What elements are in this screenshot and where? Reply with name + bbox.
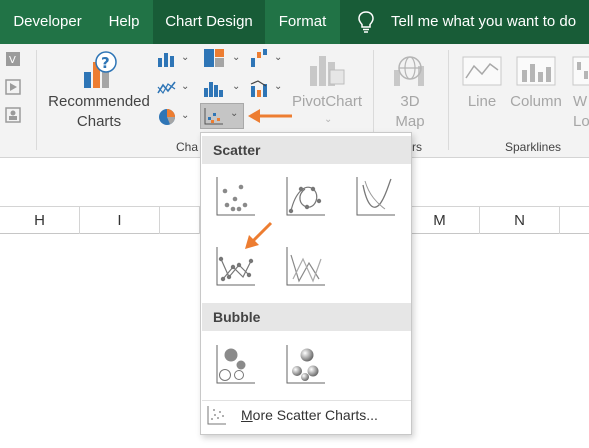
3d-bubble-thumbnail-icon[interactable] — [283, 343, 327, 387]
3d-map-label-1: 3D — [400, 93, 420, 110]
more-scatter-charts-text: ore Scatter Charts... — [252, 407, 378, 423]
recommended-charts-label-2: Charts — [76, 113, 122, 130]
bubble-thumbnail-icon[interactable] — [213, 343, 257, 387]
recommended-charts-label-1: Recommended — [48, 93, 150, 110]
recommended-charts-button[interactable]: ? Recommended Charts — [44, 48, 154, 138]
scatter-straight-lines-icon[interactable] — [283, 245, 327, 289]
tab-format[interactable]: Format — [265, 0, 340, 44]
sparkline-column-button[interactable]: Column — [508, 48, 564, 130]
group-label-charts: Cha — [176, 140, 199, 154]
pie-chart-icon[interactable] — [157, 107, 177, 127]
tab-developer[interactable]: Developer — [0, 0, 95, 44]
bubble-section-header: Bubble — [202, 303, 411, 331]
more-accelerator-letter: M — [241, 407, 253, 423]
chevron-down-icon[interactable]: ⌄ — [232, 52, 240, 63]
lightbulb-icon — [358, 11, 374, 33]
sparkline-column-icon — [516, 56, 556, 86]
scatter-dropdown-menu: Scatter Bubble More Scatter Charts... — [200, 132, 412, 435]
pivotchart-label: PivotChart — [291, 93, 363, 110]
arrow-annotation-icon — [245, 221, 273, 249]
tell-me-box[interactable]: Tell me what you want to do — [340, 0, 589, 44]
more-scatter-charts-icon — [207, 406, 226, 425]
3d-map-label-2: Map — [395, 113, 425, 130]
group-label-sparklines: Sparklines — [505, 140, 562, 154]
recommended-charts-icon: ? — [84, 51, 117, 88]
tab-help[interactable]: Help — [95, 0, 153, 44]
statistic-chart-icon[interactable] — [203, 78, 225, 98]
tab-chart-design[interactable]: Chart Design — [153, 0, 265, 44]
line-chart-icon[interactable] — [157, 79, 177, 97]
sparkline-winloss-button[interactable]: W Lo — [568, 48, 589, 130]
ribbon-separator — [448, 50, 449, 150]
hierarchy-chart-icon[interactable] — [203, 48, 225, 68]
tell-me-text: Tell me what you want to do — [391, 13, 577, 30]
sparkline-winloss-icon — [572, 56, 589, 86]
chevron-down-icon[interactable]: ⌄ — [181, 110, 189, 121]
column-header-m[interactable]: M — [400, 207, 480, 234]
chevron-down-icon: ⌄ — [230, 108, 239, 119]
menu-divider — [202, 400, 411, 401]
scatter-smooth-lines-markers-icon[interactable] — [283, 175, 327, 219]
combo-chart-icon[interactable] — [250, 78, 270, 98]
chevron-down-icon[interactable]: ⌄ — [274, 81, 282, 92]
people-icon[interactable] — [4, 106, 22, 124]
svg-text:?: ? — [101, 54, 110, 72]
sparkline-winloss-label-1: W — [573, 93, 588, 110]
more-scatter-charts-link[interactable]: More Scatter Charts... — [241, 407, 378, 423]
sparkline-line-button[interactable]: Line — [458, 48, 506, 130]
column-header-h[interactable]: H — [0, 207, 80, 234]
play-icon[interactable] — [4, 78, 22, 96]
svg-text:V: V — [9, 55, 16, 66]
pivotchart-button[interactable]: PivotChart ⌄ — [290, 48, 364, 130]
sparkline-line-label: Line — [467, 93, 497, 110]
group-label-tours: rs — [412, 140, 422, 154]
column-header-n[interactable]: N — [480, 207, 560, 234]
sparkline-winloss-label-2: Lo — [573, 113, 589, 130]
ribbon-separator — [36, 50, 37, 150]
pivotchart-icon — [310, 56, 345, 86]
waterfall-chart-icon[interactable] — [250, 48, 270, 68]
scatter-smooth-lines-icon[interactable] — [353, 175, 397, 219]
column-chart-icon[interactable] — [157, 50, 177, 68]
chevron-down-icon[interactable]: ⌄ — [274, 52, 282, 63]
ribbon-tab-bar: Developer Help Chart Design Format Tell … — [0, 0, 589, 44]
chevron-down-icon[interactable]: ⌄ — [232, 81, 240, 92]
scatter-chart-icon — [204, 108, 223, 125]
scatter-chart-button[interactable]: ⌄ — [200, 103, 244, 129]
chevron-down-icon: ⌄ — [324, 114, 333, 125]
sparkline-line-icon — [462, 56, 502, 86]
sparkline-column-label: Column — [510, 93, 562, 110]
scatter-thumbnail-icon[interactable] — [213, 175, 257, 219]
column-header-i[interactable]: I — [80, 207, 160, 234]
column-header-j[interactable] — [160, 207, 200, 234]
arrow-annotation-icon — [248, 109, 292, 123]
globe-icon — [394, 56, 424, 86]
scatter-section-header: Scatter — [202, 136, 411, 164]
chevron-down-icon[interactable]: ⌄ — [181, 81, 189, 92]
chevron-down-icon[interactable]: ⌄ — [181, 52, 189, 63]
addins-icon[interactable]: V — [4, 50, 22, 68]
3d-map-button[interactable]: 3D Map — [380, 48, 440, 130]
